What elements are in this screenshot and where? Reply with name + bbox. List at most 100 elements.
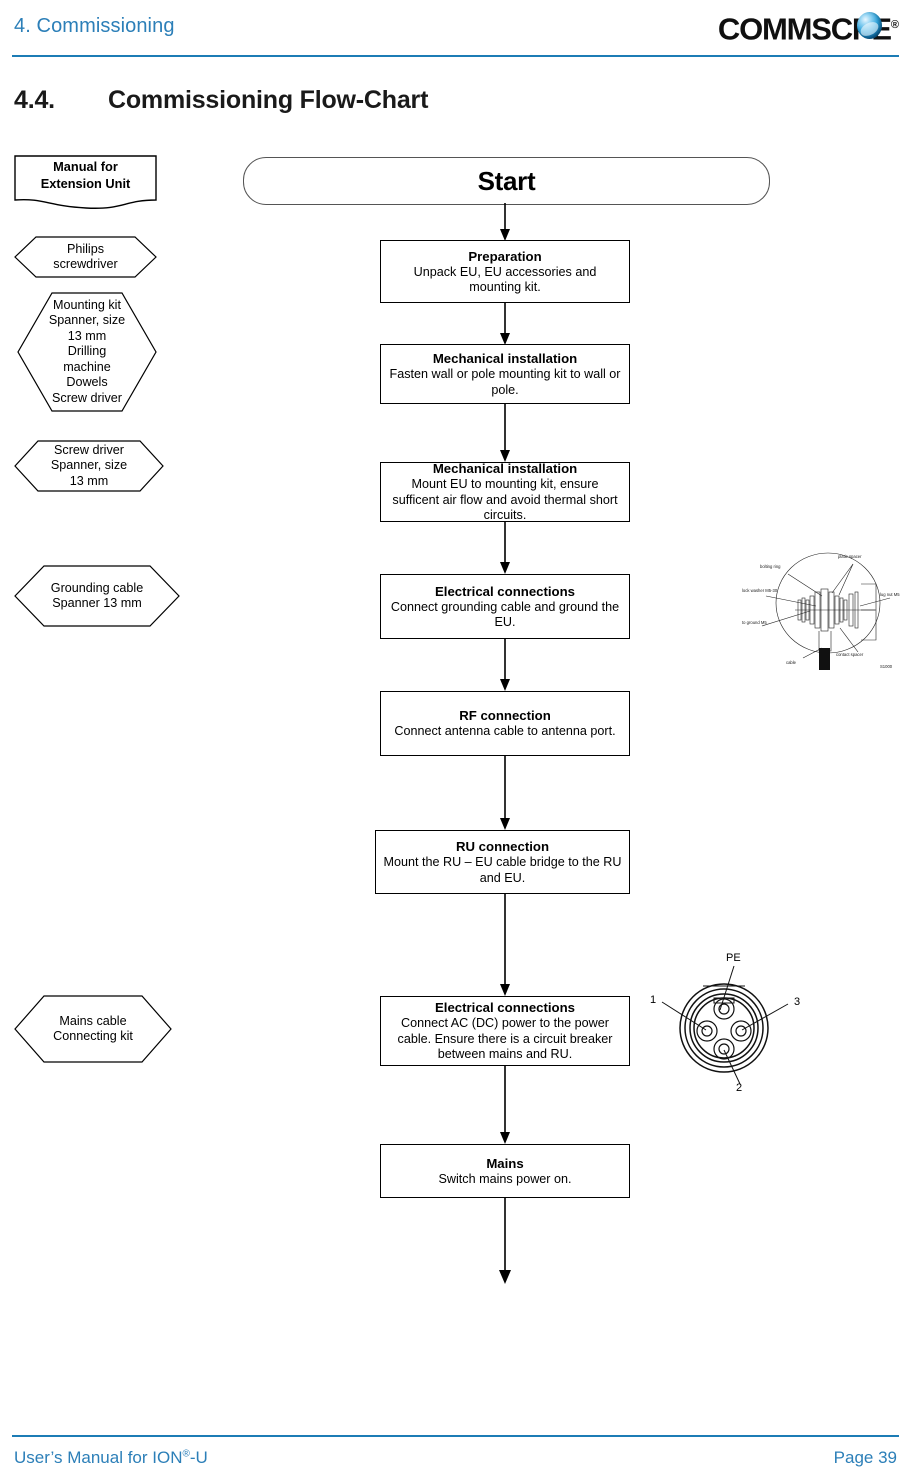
arrow-down-icon: [499, 1198, 511, 1284]
figure-label: cable: [786, 660, 797, 665]
step-body: Connect AC (DC) power to the power cable…: [397, 1016, 613, 1062]
connector-mechanical-2-to-electrical-ground: [497, 522, 513, 574]
connector-label-pe: PE: [726, 952, 741, 964]
footer-page-number: Page 39: [833, 1448, 897, 1467]
resource-line: machine: [63, 359, 111, 374]
power-connector-pinout-figure: PE 1 3 2: [648, 952, 808, 1104]
step-title: Preparation: [468, 248, 542, 264]
footer-title-suffix: -U: [189, 1448, 208, 1467]
resource-line: Screw driver: [52, 390, 122, 405]
flowchart-step-preparation: Preparation Unpack EU, EU accessories an…: [380, 240, 630, 303]
step-title: Mains: [486, 1155, 524, 1171]
figure-code-label: S1000: [880, 664, 893, 669]
grounding-cable-assembly-figure: bolting ring lock washer M5-30 to ground…: [740, 548, 905, 673]
connector-mains-to-next-page: [497, 1198, 513, 1284]
step-title: Mechanical installation: [432, 461, 578, 477]
step-body: Mount the RU – EU cable bridge to the RU…: [383, 855, 622, 885]
figure-label: lug nut M5: [880, 592, 900, 597]
resource-mains-cable-label: Mains cable Connecting kit: [14, 995, 172, 1063]
connector-pinout-drawing-icon: [661, 965, 789, 1085]
logo-registered-mark: ®: [890, 19, 899, 31]
section-heading-text: Commissioning Flow-Chart: [108, 86, 429, 114]
resource-mounting-kit-label: Mounting kit Spanner, size 13 mm Drillin…: [17, 292, 157, 412]
step-body: Connect antenna cable to antenna port.: [394, 724, 616, 739]
connector-label-2: 2: [736, 1082, 743, 1094]
logo-wordmark: COMMSCPE®: [718, 8, 899, 46]
resource-manual-line2: Extension Unit: [40, 176, 131, 191]
resource-screw-driver-spanner-label: Screw driver Spanner, size 13 mm: [14, 440, 164, 492]
flowchart-step-mechanical-installation-2: Mechanical installation Mount EU to moun…: [380, 461, 630, 523]
figure-label: contact spacer: [836, 652, 864, 657]
connector-label-3: 3: [794, 996, 801, 1008]
resource-mains-cable: Mains cable Connecting kit: [14, 995, 172, 1063]
step-title: Electrical connections: [435, 583, 575, 599]
footer-manual-title: User’s Manual for ION®-U: [14, 1448, 208, 1468]
step-body: Connect grounding cable and ground the E…: [390, 599, 620, 630]
resource-line: Philips: [66, 241, 105, 256]
step-title: Electrical connections: [435, 1000, 575, 1016]
connector-label-1: 1: [650, 994, 657, 1006]
flowchart-step-rf-connection: RF connection Connect antenna cable to a…: [380, 691, 630, 756]
connector-start-to-preparation: [497, 203, 513, 241]
resource-line: Mains cable: [59, 1013, 127, 1028]
resource-manual-label: Manual for Extension Unit: [14, 158, 157, 192]
resource-screw-driver-spanner: Screw driver Spanner, size 13 mm: [14, 440, 164, 492]
step-title: RU connection: [455, 839, 550, 854]
resource-grounding-cable-label: Grounding cable Spanner 13 mm: [14, 565, 180, 627]
step-body: Unpack EU, EU accessories and mounting k…: [413, 264, 597, 295]
resource-line: 13 mm: [69, 473, 109, 488]
flowchart-start-terminator: Start: [243, 157, 770, 205]
step-title: RF connection: [459, 708, 551, 724]
resource-line: Screw driver: [54, 442, 124, 457]
step-body: Switch mains power on.: [438, 1171, 572, 1186]
resource-line: 13 mm: [67, 328, 107, 343]
resource-philips-screwdriver-label: Philips screwdriver: [14, 236, 157, 278]
arrow-down-icon: [500, 894, 510, 996]
arrow-down-icon: [500, 522, 510, 574]
flowchart-step-ru-connection: RU connection Mount the RU – EU cable br…: [375, 830, 630, 894]
resource-line: Spanner, size: [50, 458, 128, 473]
figure-label: to ground M5: [742, 620, 767, 625]
resource-line: Spanner 13 mm: [52, 596, 142, 610]
header-divider: [12, 55, 899, 57]
footer-registered-mark: ®: [182, 1448, 190, 1460]
flowchart-step-mechanical-installation-1: Mechanical installation Fasten wall or p…: [380, 344, 630, 404]
flowchart-step-mains: Mains Switch mains power on.: [380, 1144, 630, 1198]
resource-line: Drilling: [67, 344, 107, 359]
connector-rf-to-ru: [497, 756, 513, 830]
connector-mechanical-1-to-mechanical-2: [497, 404, 513, 462]
flowchart-step-electrical-connections-ground: Electrical connections Connect grounding…: [380, 574, 630, 639]
connector-ru-to-electrical-power: [497, 894, 513, 996]
logo-text-head: COMMSC: [717, 11, 853, 47]
commscope-sphere-icon: [856, 12, 882, 39]
resource-grounding-cable: Grounding cable Spanner 13 mm: [14, 565, 180, 627]
arrow-down-icon: [500, 639, 510, 691]
figure-label: lock washer M5-30: [742, 588, 778, 593]
section-number: 4.4.: [14, 86, 55, 114]
resource-manual-document: Manual for Extension Unit: [14, 155, 157, 211]
figure-label: bolting ring: [760, 564, 781, 569]
resource-philips-screwdriver: Philips screwdriver: [14, 236, 157, 278]
resource-line: Mounting kit: [53, 298, 121, 313]
step-body: Fasten wall or pole mounting kit to wall…: [389, 367, 621, 397]
resource-line: Grounding cable: [50, 580, 144, 595]
flowchart-start-label: Start: [477, 165, 536, 196]
arrow-down-icon: [500, 756, 510, 830]
footer-title-text: User’s Manual for ION: [14, 1448, 183, 1467]
flowchart-step-electrical-connections-power: Electrical connections Connect AC (DC) p…: [380, 996, 630, 1066]
arrow-down-icon: [500, 1066, 510, 1144]
resource-mounting-kit: Mounting kit Spanner, size 13 mm Drillin…: [17, 292, 157, 412]
connector-electrical-ground-to-rf: [497, 639, 513, 691]
resource-manual-line1: Manual for: [53, 159, 118, 174]
commscope-logo: COMMSCPE®: [718, 8, 899, 46]
page-header: 4. Commissioning COMMSCPE®: [0, 0, 911, 58]
resource-line: Connecting kit: [53, 1029, 133, 1043]
resource-line: screwdriver: [53, 257, 118, 271]
header-chapter-title: 4. Commissioning: [14, 15, 175, 37]
connector-preparation-to-mechanical-1: [497, 303, 513, 345]
figure-label: platic spacer: [838, 554, 862, 559]
resource-line: Dowels: [66, 375, 108, 390]
page-title: 4.4. Commissioning Flow-Chart: [14, 86, 428, 115]
step-body: Mount EU to mounting kit, ensure suffice…: [392, 477, 618, 523]
arrow-down-icon: [500, 203, 510, 241]
